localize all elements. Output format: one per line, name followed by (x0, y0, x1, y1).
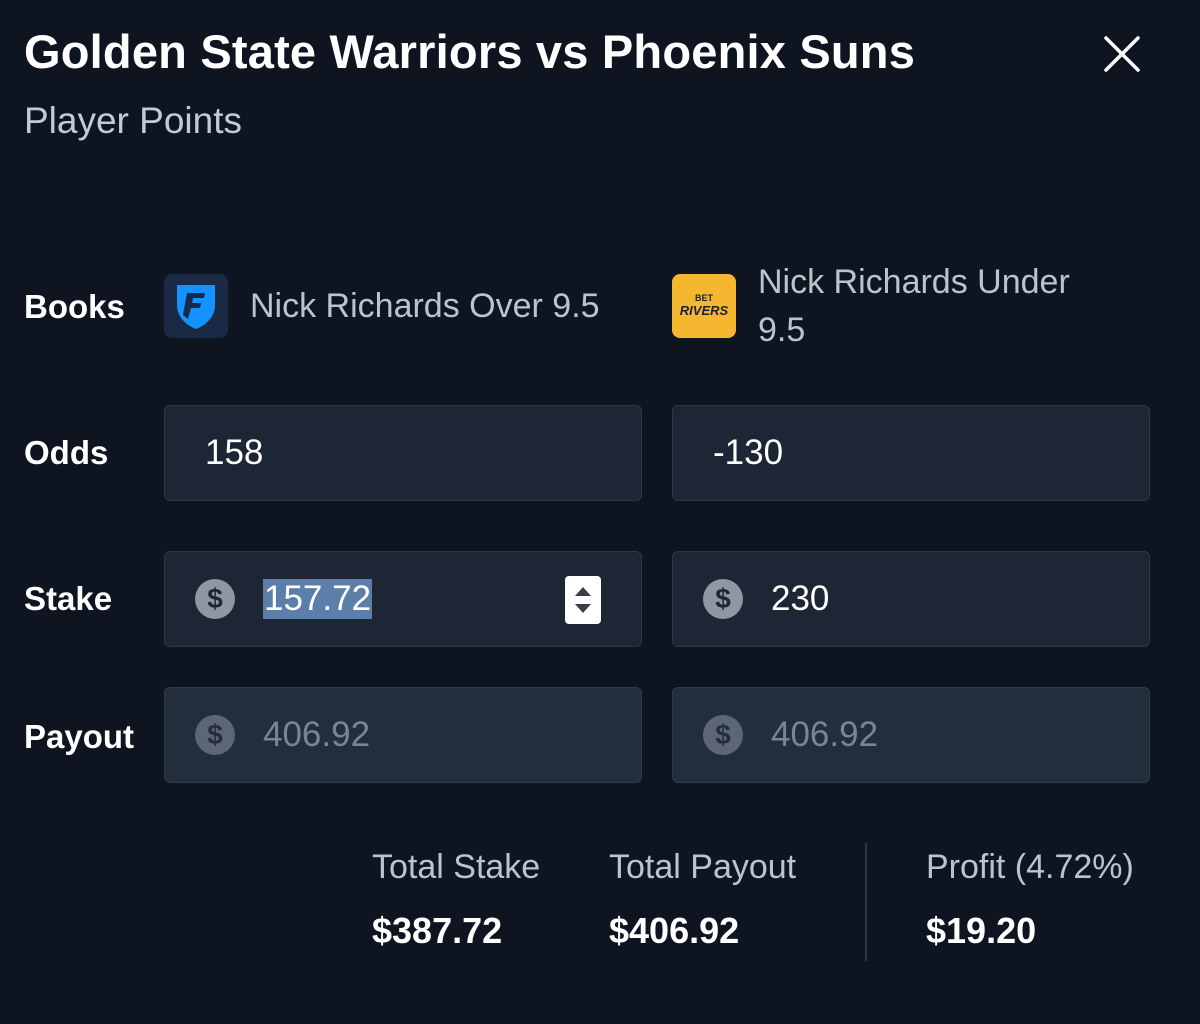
book-under: BET RIVERS Nick Richards Under 9.5 (672, 258, 1118, 354)
odds-input-over[interactable]: 158 (164, 405, 642, 501)
logo-bet-text: BET (695, 293, 714, 303)
book-under-name: Nick Richards Under 9.5 (758, 263, 1070, 349)
logo-rivers-text: RIVERS (680, 303, 729, 318)
total-payout-value: $406.92 (609, 910, 740, 951)
betrivers-logo: BET RIVERS (672, 274, 736, 338)
payout-label: Payout (24, 718, 135, 755)
profit-label: Profit (4.72%) (926, 848, 1134, 886)
number-stepper[interactable] (565, 576, 601, 624)
dollar-icon: $ (703, 715, 743, 755)
total-stake-value: $387.72 (372, 910, 503, 951)
total-payout-label: Total Payout (609, 848, 797, 886)
stake-value-over: 157.72 (263, 579, 373, 619)
dollar-icon: $ (703, 579, 743, 619)
stake-input-over[interactable]: $ 157.72 (164, 551, 642, 647)
dollar-icon: $ (195, 715, 235, 755)
payout-field-under: $ 406.92 (672, 687, 1150, 783)
book-over-name: Nick Richards Over 9.5 (250, 287, 600, 325)
odds-label: Odds (24, 434, 109, 471)
stake-input-under[interactable]: $ 230 (672, 551, 1150, 647)
books-label: Books (24, 288, 125, 325)
payout-field-over: $ 406.92 (164, 687, 642, 783)
page-title: Golden State Warriors vs Phoenix Suns (24, 25, 916, 78)
payout-value-over: 406.92 (263, 715, 371, 754)
stepper-up-icon (575, 587, 591, 596)
book-over: Nick Richards Over 9.5 (164, 274, 600, 338)
odds-value-over: 158 (205, 433, 264, 472)
odds-input-under[interactable]: -130 (672, 405, 1150, 501)
close-button[interactable] (1096, 28, 1148, 80)
profit-value: $19.20 (926, 910, 1037, 951)
stepper-down-icon (575, 604, 591, 613)
stake-label: Stake (24, 580, 113, 617)
summary-divider (865, 843, 867, 961)
fanduel-logo (164, 274, 228, 338)
dollar-icon: $ (195, 579, 235, 619)
close-icon (1104, 36, 1140, 72)
odds-value-under: -130 (713, 433, 784, 472)
payout-value-under: 406.92 (771, 715, 879, 754)
page-subtitle: Player Points (24, 100, 242, 141)
stake-value-under: 230 (771, 579, 830, 618)
total-stake-label: Total Stake (372, 848, 541, 886)
